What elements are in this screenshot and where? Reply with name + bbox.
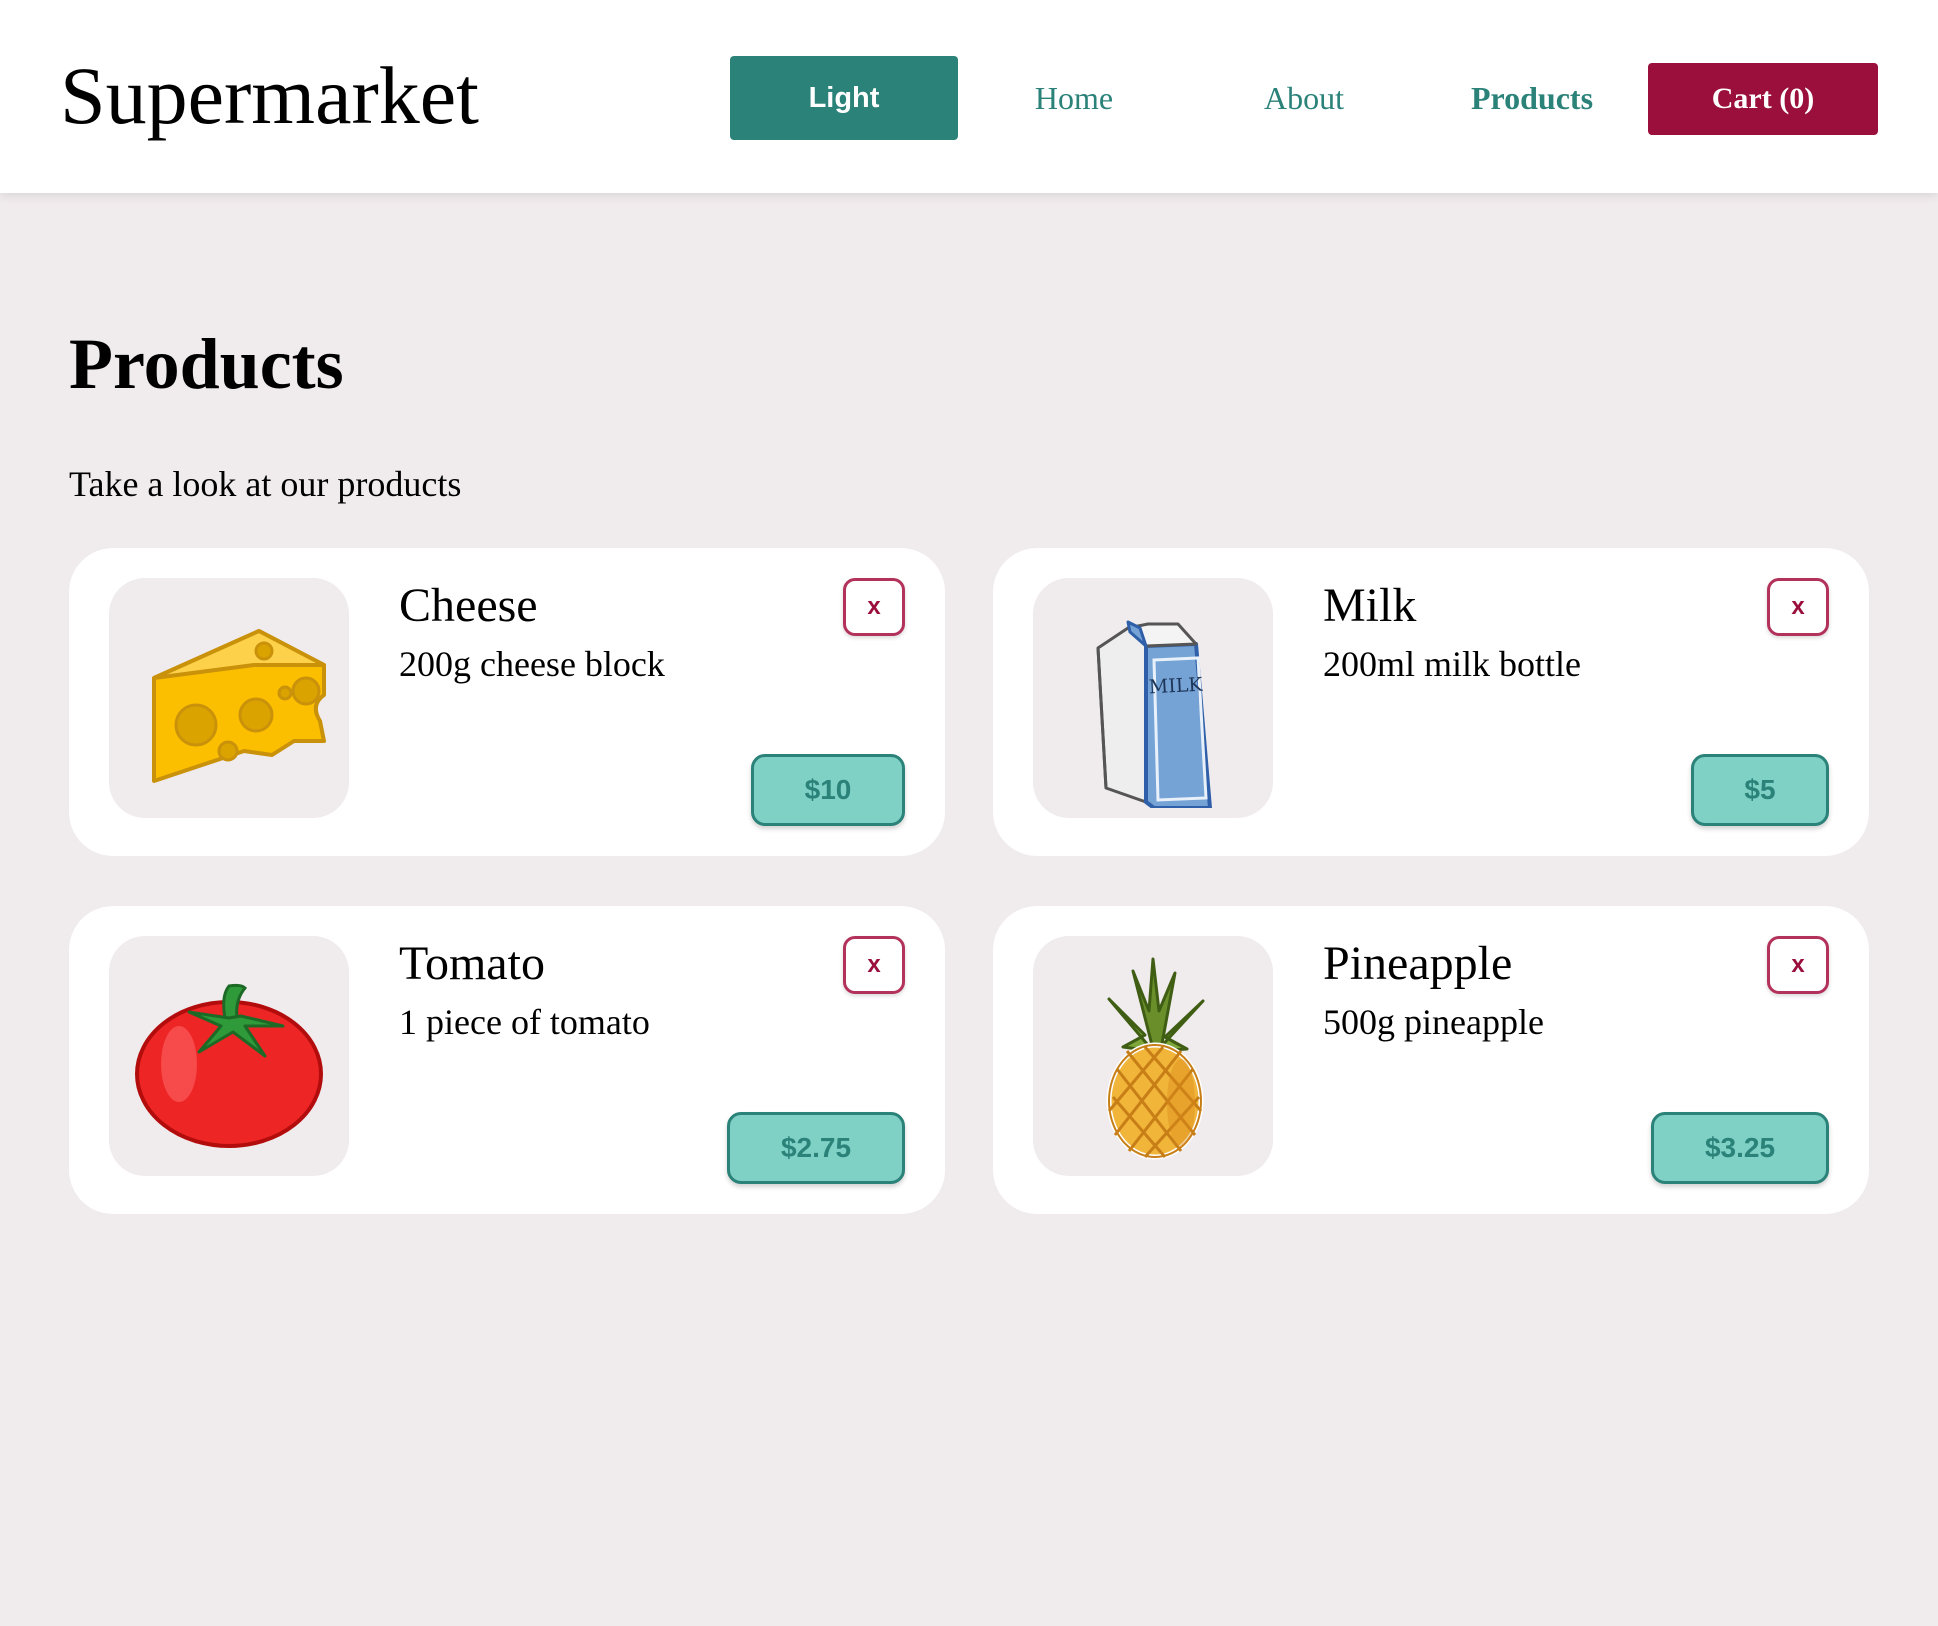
product-card-tomato: Tomato 1 piece of tomato x $2.75 xyxy=(69,906,945,1214)
cheese-icon xyxy=(152,629,326,783)
price-button[interactable]: $3.25 xyxy=(1651,1112,1829,1184)
milk-carton-icon: MILK xyxy=(1096,620,1212,808)
product-card-pineapple: Pineapple 500g pineapple x $3.25 xyxy=(993,906,1869,1214)
pineapple-icon xyxy=(1106,957,1205,1160)
page-subtitle: Take a look at our products xyxy=(69,464,462,504)
product-description: 200g cheese block xyxy=(399,644,665,684)
nav-link-products[interactable]: Products xyxy=(1418,56,1646,140)
tomato-icon xyxy=(135,983,323,1148)
site-logo[interactable]: Supermarket xyxy=(60,48,479,144)
price-button[interactable]: $2.75 xyxy=(727,1112,905,1184)
product-name: Tomato xyxy=(399,937,545,990)
cart-button[interactable]: Cart (0) xyxy=(1648,63,1878,135)
theme-toggle-button[interactable]: Light xyxy=(730,56,958,140)
remove-button[interactable]: x xyxy=(1767,578,1829,636)
product-description: 1 piece of tomato xyxy=(399,1002,650,1042)
product-name: Cheese xyxy=(399,579,538,632)
product-image xyxy=(109,578,349,818)
price-button[interactable]: $10 xyxy=(751,754,905,826)
product-description: 500g pineapple xyxy=(1323,1002,1544,1042)
milk-carton-label: MILK xyxy=(1148,674,1204,699)
page-title: Products xyxy=(69,324,344,404)
product-card-milk: MILK Milk 200ml milk bottle x $5 xyxy=(993,548,1869,856)
product-name: Pineapple xyxy=(1323,937,1513,990)
product-card-cheese: Cheese 200g cheese block x $10 xyxy=(69,548,945,856)
nav-link-about[interactable]: About xyxy=(1190,56,1418,140)
remove-button[interactable]: x xyxy=(843,936,905,994)
remove-button[interactable]: x xyxy=(1767,936,1829,994)
product-image xyxy=(109,936,349,1176)
product-name: Milk xyxy=(1323,579,1417,632)
product-image: MILK xyxy=(1033,578,1273,818)
nav-link-home[interactable]: Home xyxy=(960,56,1188,140)
product-description: 200ml milk bottle xyxy=(1323,644,1581,684)
price-button[interactable]: $5 xyxy=(1691,754,1829,826)
remove-button[interactable]: x xyxy=(843,578,905,636)
top-navbar: Supermarket Light Home About Products Ca… xyxy=(0,0,1938,193)
product-image xyxy=(1033,936,1273,1176)
